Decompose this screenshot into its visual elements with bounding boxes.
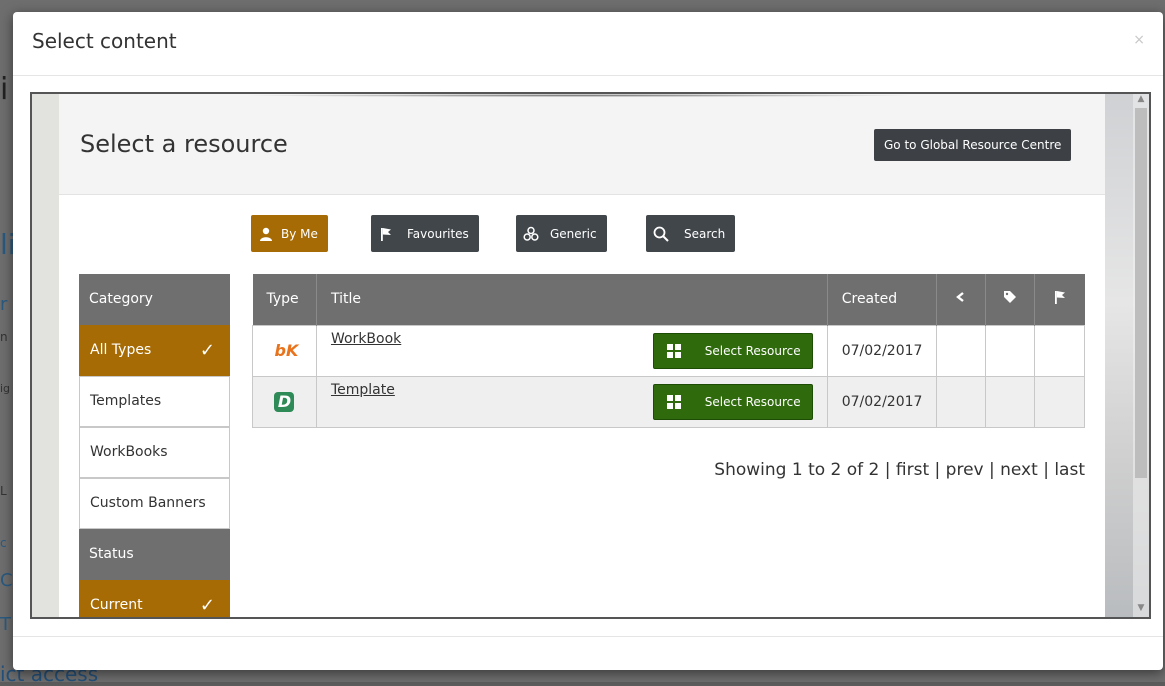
filter-by-me-button[interactable]: By Me	[251, 215, 328, 252]
table-header-row: Type Title Created	[252, 274, 1085, 325]
sidebar-item-templates[interactable]: Templates	[79, 376, 230, 427]
filter-label: Generic	[550, 226, 597, 241]
background-text: L	[0, 484, 7, 498]
type-cell: D	[252, 375, 317, 428]
share-cell	[936, 324, 987, 377]
filter-favourites-button[interactable]: Favourites	[371, 215, 479, 252]
category-header: Category	[79, 274, 230, 325]
sidebar-item-label: All Types	[90, 342, 152, 358]
select-content-modal: Select content × Select a resource Go to…	[13, 12, 1163, 670]
column-share[interactable]	[936, 274, 987, 325]
share-cell	[936, 375, 987, 428]
column-created[interactable]: Created	[827, 274, 938, 325]
favourite-cell	[1034, 375, 1085, 428]
sidebar-item-custom-banners[interactable]: Custom Banners	[79, 478, 230, 529]
global-resource-centre-button[interactable]: Go to Global Resource Centre	[874, 129, 1072, 161]
favourite-cell	[1034, 324, 1085, 377]
resource-frame: Select a resource Go to Global Resource …	[30, 92, 1151, 619]
page-title: Select a resource	[80, 130, 288, 158]
table-row: D Template Select Resource 07/02/2017	[252, 375, 1085, 428]
background-text: r	[0, 294, 8, 315]
background-text: c	[0, 536, 7, 550]
background-text: ig	[0, 382, 11, 395]
tag-cell	[985, 375, 1036, 428]
column-favourite[interactable]	[1034, 274, 1085, 325]
resource-title-link[interactable]: WorkBook	[331, 331, 401, 347]
background-text: T	[0, 614, 11, 635]
filter-label: By Me	[281, 226, 318, 241]
grid-icon	[654, 343, 694, 358]
sidebar-item-all-types[interactable]: All Types ✓	[79, 325, 230, 376]
select-resource-button[interactable]: Select Resource	[652, 383, 813, 420]
flag-icon	[371, 227, 401, 241]
sidebar-item-label: Templates	[90, 393, 162, 409]
created-cell: 07/02/2017	[826, 375, 938, 428]
sidebar-item-current[interactable]: Current ✓	[79, 580, 230, 617]
user-icon	[251, 227, 281, 241]
grid-icon	[654, 394, 694, 409]
created-cell: 07/02/2017	[826, 324, 938, 377]
sidebar-item-workbooks[interactable]: WorkBooks	[79, 427, 230, 478]
frame-left-strip	[32, 94, 59, 617]
status-header: Status	[79, 529, 230, 580]
modal-header: Select content ×	[13, 12, 1163, 76]
scroll-down-icon[interactable]: ▼	[1136, 603, 1146, 613]
column-type[interactable]: Type	[252, 274, 317, 325]
share-icon	[955, 291, 967, 307]
filter-sidebar: Category All Types ✓ Templates WorkBooks…	[79, 274, 230, 617]
filter-label: Favourites	[407, 226, 469, 241]
workbook-icon: bK	[274, 340, 299, 360]
template-icon: D	[274, 391, 295, 412]
filter-search-button[interactable]: Search	[646, 215, 736, 252]
resource-title-link[interactable]: Template	[331, 382, 395, 398]
resource-panel: Select a resource Go to Global Resource …	[59, 94, 1105, 617]
filter-label: Search	[684, 226, 726, 241]
background-text: i	[0, 72, 9, 107]
table-row: bK WorkBook Select Resource 07/02/2017	[252, 324, 1085, 377]
select-resource-label: Select Resource	[704, 394, 801, 409]
select-resource-button[interactable]: Select Resource	[652, 332, 813, 369]
modal-title: Select content	[32, 29, 177, 53]
type-cell: bK	[252, 324, 317, 377]
check-icon: ✓	[199, 595, 215, 616]
background-text: n	[0, 330, 8, 344]
close-icon[interactable]: ×	[1133, 32, 1145, 48]
title-cell: Template Select Resource	[315, 375, 828, 428]
tag-icon	[1003, 291, 1017, 308]
column-title[interactable]: Title	[316, 274, 828, 325]
check-icon: ✓	[199, 340, 215, 361]
modal-footer	[13, 636, 1163, 671]
sidebar-item-label: Current	[90, 597, 143, 613]
sidebar-item-label: Custom Banners	[90, 495, 206, 511]
filter-generic-button[interactable]: Generic	[516, 215, 607, 252]
pagination[interactable]: Showing 1 to 2 of 2 | first | prev | nex…	[714, 460, 1085, 480]
select-resource-label: Select Resource	[704, 343, 801, 358]
search-icon	[646, 226, 676, 242]
sidebar-item-label: WorkBooks	[90, 444, 168, 460]
generic-icon	[516, 226, 546, 242]
header-shadow	[239, 94, 919, 97]
flag-icon	[1053, 291, 1067, 308]
background-text: C	[0, 570, 13, 591]
scrollbar-thumb[interactable]	[1135, 108, 1147, 478]
column-tag[interactable]	[985, 274, 1036, 325]
title-cell: WorkBook Select Resource	[315, 324, 828, 377]
resource-table: Type Title Created bK WorkBook Select Re…	[252, 274, 1085, 428]
tag-cell	[985, 324, 1036, 377]
scroll-up-icon[interactable]: ▲	[1136, 94, 1146, 104]
panel-header: Select a resource Go to Global Resource …	[59, 94, 1105, 195]
